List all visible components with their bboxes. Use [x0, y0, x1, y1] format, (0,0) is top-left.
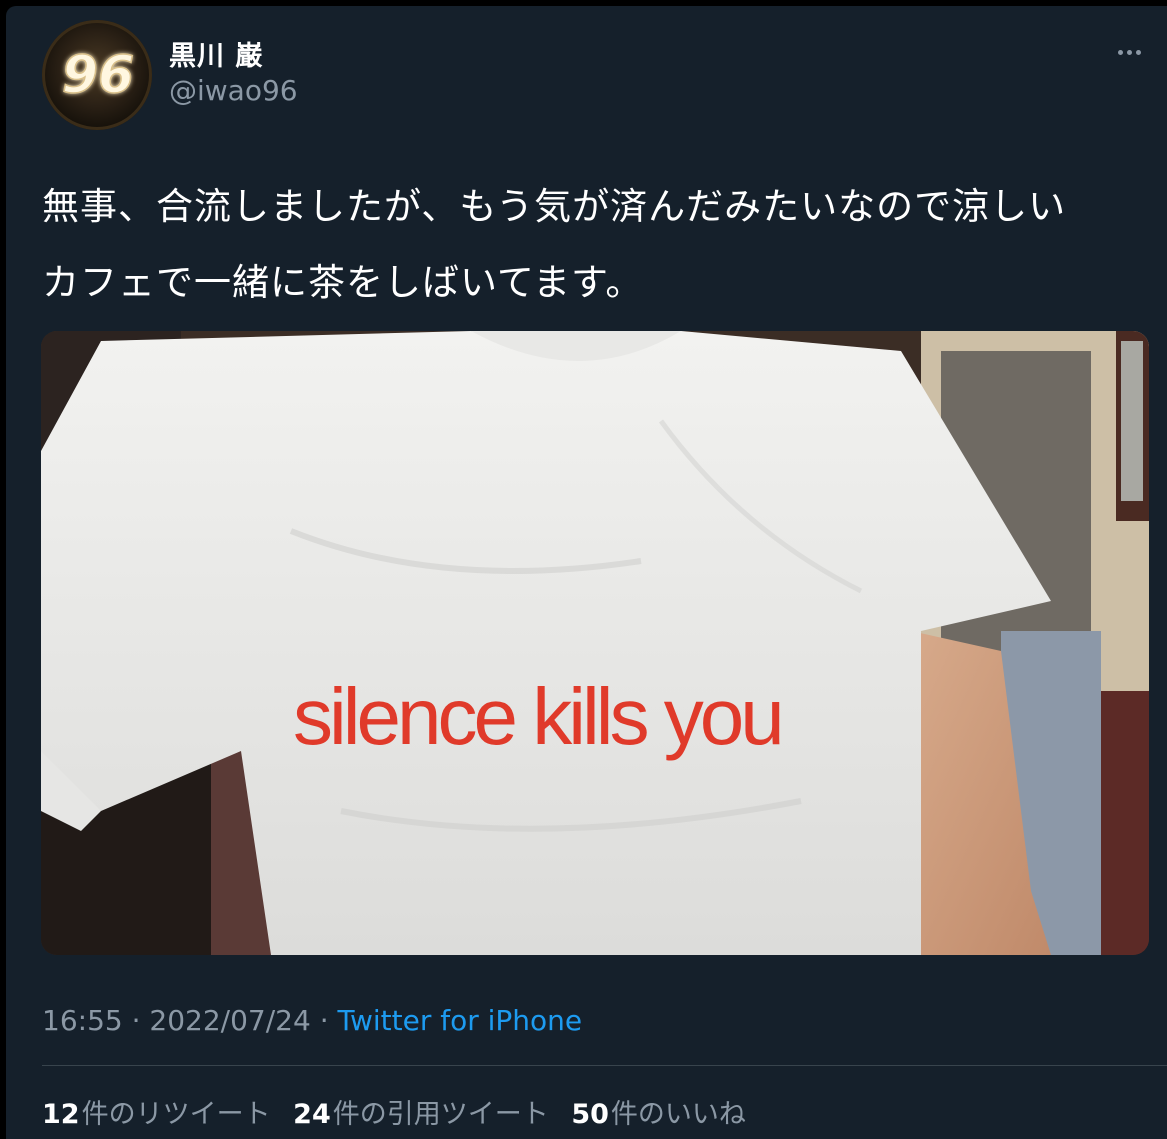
author-name[interactable]: 黒川 巌: [169, 34, 263, 73]
tweet-card: 96 黒川 巌 @iwao96 無事、合流しましたが、もう気が済んだみたいなので…: [6, 6, 1167, 1139]
avatar[interactable]: 96: [42, 20, 152, 130]
retweets-count: 12: [42, 1099, 80, 1130]
tweet-stats: 12件のリツイート 24件の引用ツイート 50件のいいね: [42, 1092, 760, 1131]
quotes-stat[interactable]: 24件の引用ツイート: [293, 1099, 549, 1130]
more-dot: [1127, 50, 1132, 55]
quotes-count: 24: [293, 1099, 331, 1130]
tweet-time[interactable]: 16:55: [42, 1004, 123, 1037]
quotes-label: 件の引用ツイート: [332, 1099, 549, 1130]
more-dot: [1136, 50, 1141, 55]
shirt-text: silence kills you: [293, 672, 781, 761]
meta-separator: ·: [122, 1004, 150, 1037]
likes-label: 件のいいね: [610, 1099, 746, 1130]
tweet-meta: 16:55 · 2022/07/24 · Twitter for iPhone: [42, 1004, 582, 1037]
avatar-logo-icon: 96: [61, 44, 135, 106]
avatar-text: 96: [62, 45, 134, 105]
more-options-icon[interactable]: [1118, 46, 1148, 60]
retweets-label: 件のリツイート: [81, 1099, 271, 1130]
tweet-date[interactable]: 2022/07/24: [149, 1004, 310, 1037]
photo-illustration: silence kills you: [41, 331, 1149, 955]
divider: [42, 1065, 1167, 1066]
likes-stat[interactable]: 50件のいいね: [571, 1099, 746, 1130]
tweet-photo[interactable]: silence kills you: [41, 331, 1149, 955]
author-handle[interactable]: @iwao96: [169, 74, 298, 107]
more-dot: [1118, 50, 1123, 55]
tweet-text: 無事、合流しましたが、もう気が済んだみたいなので涼しい カフェで一緒に茶をしばい…: [42, 185, 1067, 304]
meta-separator: ·: [310, 1004, 338, 1037]
likes-count: 50: [571, 1099, 609, 1130]
retweets-stat[interactable]: 12件のリツイート: [42, 1099, 271, 1130]
tweet-source-link[interactable]: Twitter for iPhone: [338, 1004, 583, 1037]
